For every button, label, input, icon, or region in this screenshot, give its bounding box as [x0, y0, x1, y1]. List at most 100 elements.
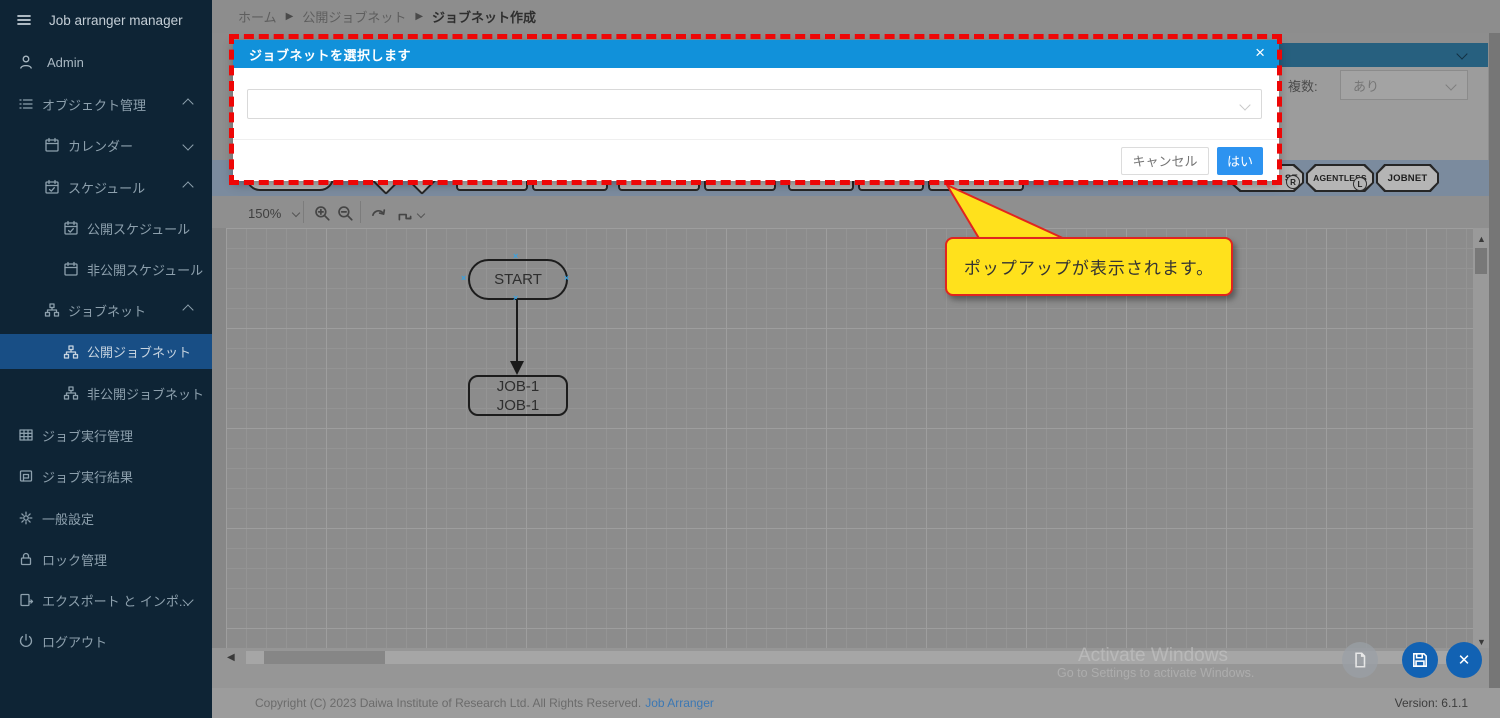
window-right-edge — [1489, 33, 1500, 688]
sitemap-icon — [63, 385, 79, 401]
sidebar-item-job-exec-result[interactable]: ジョブ実行結果 — [0, 464, 212, 488]
sidebar-item-label: ロック管理 — [42, 552, 108, 568]
chevron-down-icon — [291, 208, 301, 218]
horizontal-scrollbar[interactable] — [246, 651, 1468, 664]
callout-pointer — [944, 182, 1068, 241]
callout-bubble: ポップアップが表示されます。 — [945, 237, 1233, 296]
sidebar-item-label: 非公開ジョブネット — [87, 386, 205, 402]
sidebar-item-label: カレンダー — [68, 138, 134, 154]
callout-text: ポップアップが表示されます。 — [963, 259, 1215, 278]
export-import-icon — [18, 592, 34, 608]
sidebar-item-label: ログアウト — [42, 634, 108, 650]
badge-r: R — [1286, 175, 1300, 189]
sidebar-item-public-schedule[interactable]: 公開スケジュール — [0, 216, 212, 240]
chevron-up-icon — [182, 304, 194, 316]
chevron-up-icon — [182, 98, 194, 110]
connector-point-icon[interactable]: × — [513, 252, 518, 261]
breadcrumb: ホーム ▶ 公開ジョブネット ▶ ジョブネット作成 — [212, 0, 1500, 33]
user-row: Admin — [0, 50, 212, 74]
scroll-up-icon[interactable]: ▲ — [1477, 235, 1486, 244]
list-icon — [18, 96, 34, 112]
table-icon — [18, 427, 34, 443]
sidebar-item-export-import[interactable]: エクスポート と インポ... — [0, 588, 212, 612]
sidebar-item-label: スケジュール — [68, 180, 146, 196]
vertical-scrollbar[interactable] — [1473, 228, 1489, 648]
sitemap-icon — [44, 302, 60, 318]
breadcrumb-home[interactable]: ホーム — [238, 7, 277, 26]
undo-button[interactable] — [369, 205, 387, 228]
breadcrumb-separator-icon: ▶ — [285, 11, 294, 22]
breadcrumb-public-jobnet[interactable]: 公開ジョブネット — [302, 7, 406, 26]
zoom-level-value: 150% — [248, 206, 282, 221]
sidebar-item-lock-management[interactable]: ロック管理 — [0, 547, 212, 571]
user-name: Admin — [47, 54, 84, 70]
sidebar-item-object-management[interactable]: オブジェクト管理 — [0, 92, 212, 116]
job-arranger-link[interactable]: Job Arranger — [645, 696, 714, 710]
connector-tool-button[interactable] — [396, 205, 414, 228]
user-icon — [18, 54, 34, 70]
sidebar-item-label: 一般設定 — [42, 511, 95, 527]
chevron-down-icon — [1445, 79, 1457, 91]
canvas-margin — [212, 228, 226, 648]
sitemap-icon — [63, 344, 79, 360]
sidebar-item-job-exec-management[interactable]: ジョブ実行管理 — [0, 423, 212, 447]
multiple-select-value: あり — [1353, 78, 1380, 94]
close-canvas-button[interactable]: ✕ — [1446, 642, 1482, 678]
sidebar-item-schedule[interactable]: スケジュール — [0, 175, 212, 199]
sidebar-item-jobnet[interactable]: ジョブネット — [0, 298, 212, 322]
chevron-down-icon — [182, 139, 194, 151]
footer: Copyright (C) 2023 Daiwa Institute of Re… — [212, 688, 1500, 718]
sidebar-item-label: ジョブ実行結果 — [42, 469, 134, 485]
zoom-in-button[interactable] — [313, 204, 331, 227]
page-document-button[interactable] — [1342, 642, 1378, 678]
breadcrumb-current: ジョブネット作成 — [432, 10, 537, 25]
sidebar-item-label: 公開スケジュール — [87, 221, 191, 237]
calendar-icon — [44, 137, 60, 153]
chevron-down-icon — [1456, 48, 1468, 60]
calendar-icon — [63, 261, 79, 277]
sidebar: Job arranger manager Admin オブジェクト管理 カレンダ… — [0, 0, 212, 718]
job-node[interactable]: JOB-1 JOB-1 — [468, 375, 568, 416]
chevron-up-icon — [182, 181, 194, 193]
activate-windows-watermark-sub: Go to Settings to activate Windows. — [1057, 666, 1255, 680]
app-title: Job arranger manager — [49, 12, 183, 28]
horizontal-scrollbar-thumb[interactable] — [264, 651, 385, 664]
scroll-left-icon[interactable]: ◀ — [227, 653, 235, 663]
vertical-scrollbar-thumb[interactable] — [1475, 248, 1487, 274]
connector-point-icon[interactable]: × — [461, 274, 466, 283]
sidebar-item-private-jobnet[interactable]: 非公開ジョブネット — [0, 381, 212, 405]
sidebar-item-label: 公開ジョブネット — [87, 345, 192, 360]
sidebar-item-label: 非公開スケジュール — [87, 262, 204, 278]
breadcrumb-separator-icon: ▶ — [415, 11, 424, 22]
sidebar-item-private-schedule[interactable]: 非公開スケジュール — [0, 257, 212, 281]
lock-icon — [18, 551, 34, 567]
menu-icon[interactable] — [16, 12, 36, 28]
sidebar-item-calendar[interactable]: カレンダー — [0, 133, 212, 157]
copyright-text: Copyright (C) 2023 Daiwa Institute of Re… — [255, 696, 642, 710]
scroll-down-icon[interactable]: ▼ — [1477, 638, 1486, 647]
zoom-level-select[interactable]: 150% — [248, 206, 301, 221]
annotation-highlight-rect — [229, 34, 1282, 185]
app-window: Job arranger manager Admin オブジェクト管理 カレンダ… — [0, 0, 1500, 718]
flow-canvas[interactable] — [226, 228, 1473, 648]
badge-l: L — [1353, 177, 1367, 191]
sidebar-item-label: オブジェクト管理 — [42, 97, 147, 113]
close-icon: ✕ — [1457, 652, 1471, 669]
toolbar-jobnet-button[interactable]: JOBNET — [1376, 164, 1439, 192]
report-icon — [18, 468, 34, 484]
version-text: Version: 6.1.1 — [1394, 696, 1468, 710]
app-header: Job arranger manager — [0, 8, 212, 32]
sidebar-item-logout[interactable]: ログアウト — [0, 629, 212, 653]
job-node-name: JOB-1 — [496, 396, 540, 414]
flow-edge-arrowhead — [510, 361, 524, 375]
sidebar-item-general-settings[interactable]: 一般設定 — [0, 506, 212, 530]
flow-edge[interactable] — [516, 299, 518, 362]
save-button[interactable] — [1402, 642, 1438, 678]
zoom-out-button[interactable] — [336, 204, 354, 227]
connector-point-icon[interactable]: × — [564, 274, 569, 283]
multiple-select[interactable]: あり — [1340, 70, 1468, 100]
toolbar-jobnet-label: JOBNET — [1387, 172, 1428, 184]
activate-windows-watermark: Activate Windows — [1078, 645, 1228, 666]
calendar-check-icon — [63, 220, 79, 236]
sidebar-item-public-jobnet[interactable]: 公開ジョブネット — [0, 334, 212, 369]
